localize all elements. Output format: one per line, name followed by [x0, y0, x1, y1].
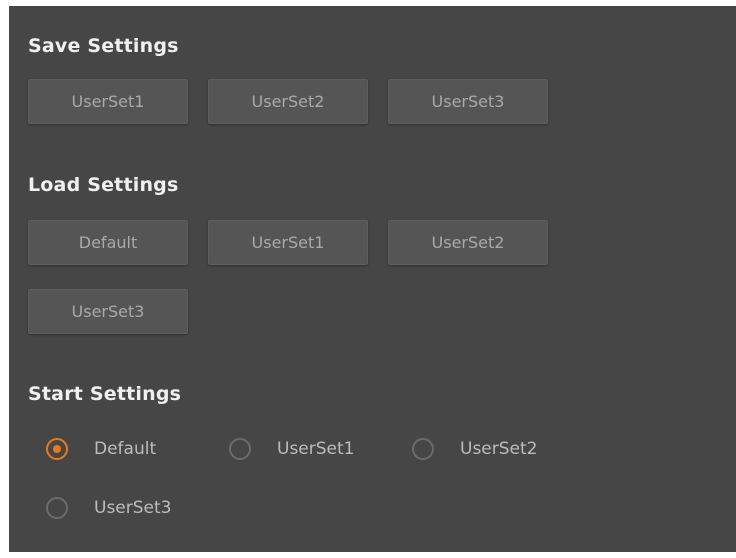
settings-panel: Save Settings UserSet1 UserSet2 UserSet3…	[9, 6, 736, 552]
start-option-userset3[interactable]: UserSet3	[46, 497, 171, 519]
start-option-label: UserSet2	[460, 439, 538, 459]
start-option-default[interactable]: Default	[46, 438, 156, 460]
radio-unchecked-icon[interactable]	[229, 438, 251, 460]
radio-unchecked-icon[interactable]	[412, 438, 434, 460]
load-userset1-button[interactable]: UserSet1	[208, 220, 368, 265]
load-default-button[interactable]: Default	[28, 220, 188, 265]
save-settings-title: Save Settings	[28, 35, 179, 57]
radio-checked-icon[interactable]	[46, 438, 68, 460]
save-userset2-button[interactable]: UserSet2	[208, 79, 368, 124]
start-option-userset1[interactable]: UserSet1	[229, 438, 354, 460]
start-option-userset2[interactable]: UserSet2	[412, 438, 537, 460]
start-settings-title: Start Settings	[28, 383, 182, 405]
save-userset3-button[interactable]: UserSet3	[388, 79, 548, 124]
start-option-label: Default	[94, 439, 157, 459]
radio-dot-icon	[53, 445, 61, 453]
load-userset2-button[interactable]: UserSet2	[388, 220, 548, 265]
start-option-label: UserSet1	[277, 439, 355, 459]
load-userset3-button[interactable]: UserSet3	[28, 289, 188, 334]
radio-unchecked-icon[interactable]	[46, 497, 68, 519]
load-settings-title: Load Settings	[28, 174, 179, 196]
save-userset1-button[interactable]: UserSet1	[28, 79, 188, 124]
start-option-label: UserSet3	[94, 498, 172, 518]
